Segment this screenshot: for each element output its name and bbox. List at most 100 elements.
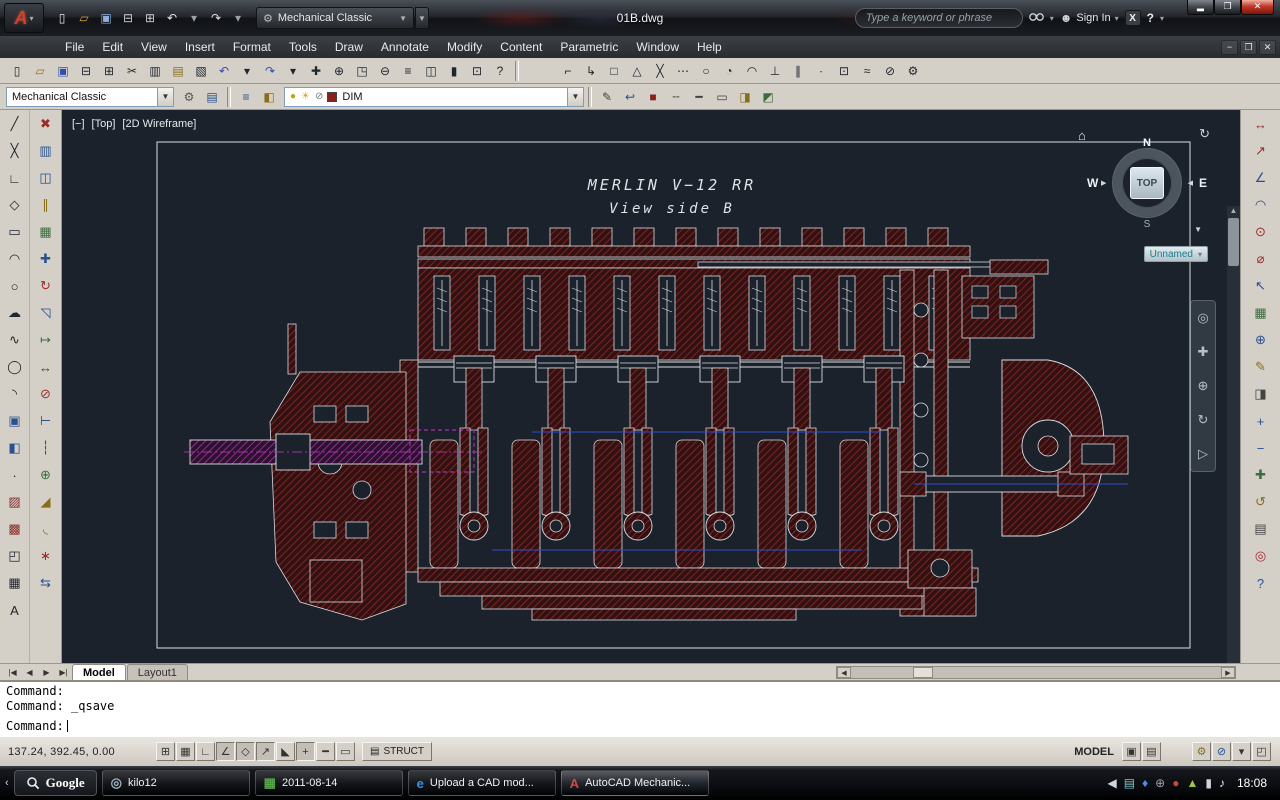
- taskbar-button-upload[interactable]: e Upload a CAD mod...: [408, 770, 556, 796]
- chevron-down-icon[interactable]: ▼: [157, 88, 173, 106]
- snap-nearest-icon[interactable]: ≈: [856, 61, 878, 81]
- qat-undo-dropdown-icon[interactable]: ▾: [184, 8, 204, 28]
- exchange-apps-icon[interactable]: X: [1125, 10, 1141, 26]
- rectangle-icon[interactable]: ▭: [3, 221, 27, 243]
- lineweight-control-icon[interactable]: ━: [688, 87, 710, 107]
- snap-toggle[interactable]: ⊞: [156, 742, 175, 761]
- leader-icon[interactable]: ↖: [1249, 275, 1273, 297]
- dyn-toggle[interactable]: +: [296, 742, 315, 761]
- menu-content[interactable]: Content: [491, 36, 551, 58]
- viewcube-north-label[interactable]: N: [1143, 137, 1151, 149]
- scrollbar-thumb[interactable]: [1228, 218, 1239, 266]
- undo-icon[interactable]: ↶: [213, 61, 235, 81]
- copy-object-icon[interactable]: ▥: [34, 140, 58, 162]
- snap-midpoint-icon[interactable]: △: [626, 61, 648, 81]
- layer-properties-manager-icon[interactable]: ≡: [235, 87, 257, 107]
- tool-help-icon[interactable]: ?: [1249, 572, 1273, 594]
- menu-view[interactable]: View: [132, 36, 176, 58]
- gradient-icon[interactable]: ▩: [3, 518, 27, 540]
- qat-save-icon[interactable]: ▣: [96, 8, 116, 28]
- polyline-icon[interactable]: ∟: [3, 167, 27, 189]
- viewcube[interactable]: ⌂ ↻ N S W E ▶ ◀ TOP ▼: [1100, 136, 1194, 230]
- viewcube-south-label[interactable]: S: [1144, 219, 1151, 230]
- viewport-collapse-control[interactable]: [−]: [72, 118, 85, 130]
- menu-draw[interactable]: Draw: [326, 36, 372, 58]
- sign-in-button[interactable]: ☻ Sign In ▾: [1060, 11, 1119, 25]
- help-button[interactable]: ?: [1147, 11, 1154, 25]
- undo-dropdown-icon[interactable]: ▾: [236, 61, 258, 81]
- menu-format[interactable]: Format: [224, 36, 280, 58]
- ducs-toggle[interactable]: ◣: [276, 742, 295, 761]
- viewcube-rotate-right-icon[interactable]: ◀: [1188, 179, 1193, 187]
- viewcube-home-icon[interactable]: ⌂: [1078, 128, 1086, 143]
- tool-palettes-icon[interactable]: ▮: [443, 61, 465, 81]
- workspace-settings-icon[interactable]: ⚙: [178, 87, 200, 107]
- layer-unisolate-icon[interactable]: ◩: [757, 87, 779, 107]
- zoom-tool-icon[interactable]: ⊕: [1198, 378, 1209, 394]
- display-settings-icon[interactable]: ▤: [1124, 776, 1135, 790]
- color-control-icon[interactable]: ■: [642, 87, 664, 107]
- zoom-window-icon[interactable]: ◳: [351, 61, 373, 81]
- qat-plot-preview-icon[interactable]: ⊞: [140, 8, 160, 28]
- tab-layout1[interactable]: Layout1: [127, 664, 188, 680]
- snap-endpoint-icon[interactable]: □: [603, 61, 625, 81]
- mirror-icon[interactable]: ◫: [34, 167, 58, 189]
- redo-icon[interactable]: ↷: [259, 61, 281, 81]
- named-view-box[interactable]: Unnamed ▾: [1144, 246, 1208, 262]
- scale-icon[interactable]: ◹: [34, 302, 58, 324]
- ucs-icon[interactable]: ◎: [1249, 545, 1273, 567]
- cut-icon[interactable]: ✂: [121, 61, 143, 81]
- chevron-down-icon[interactable]: ▼: [567, 88, 583, 106]
- zoom-out-icon[interactable]: −: [1249, 437, 1273, 459]
- qat-plot-icon[interactable]: ⊟: [118, 8, 138, 28]
- updates-icon[interactable]: ⊕: [1155, 776, 1165, 790]
- help-search-input[interactable]: [855, 8, 1023, 28]
- layer-states-manager-icon[interactable]: ◧: [258, 87, 280, 107]
- clean-screen-icon[interactable]: ◰: [1252, 742, 1271, 761]
- snap-intersection-icon[interactable]: ╳: [649, 61, 671, 81]
- otrack-toggle[interactable]: ↗: [256, 742, 275, 761]
- offset-icon[interactable]: ∥: [34, 194, 58, 216]
- layer-dropdown[interactable]: ● ☀ ⊘ DIM ▼: [284, 87, 584, 107]
- stretch-icon[interactable]: ↦: [34, 329, 58, 351]
- dim-style-icon[interactable]: ◨: [1249, 383, 1273, 405]
- close-button[interactable]: ✕: [1241, 0, 1274, 15]
- doc-restore-button[interactable]: ❐: [1240, 40, 1257, 55]
- fillet-icon[interactable]: ◟: [34, 518, 58, 540]
- menu-parametric[interactable]: Parametric: [551, 36, 627, 58]
- dim-linear-icon[interactable]: ↔: [1249, 113, 1273, 135]
- tab-model[interactable]: Model: [72, 664, 126, 680]
- model-space-label[interactable]: MODEL: [1074, 746, 1114, 758]
- help-icon[interactable]: ?: [489, 61, 511, 81]
- qat-undo-icon[interactable]: ↶: [162, 8, 182, 28]
- viewcube-top-face[interactable]: TOP: [1130, 167, 1164, 199]
- layer-freeze-sun-icon[interactable]: ☀: [301, 91, 310, 102]
- orbit-icon[interactable]: ↺: [1249, 491, 1273, 513]
- mtext-icon[interactable]: A: [3, 599, 27, 621]
- canvas-horizontal-scrollbar[interactable]: ◀ ▶: [836, 666, 1236, 679]
- named-views-icon[interactable]: ▤: [1249, 518, 1273, 540]
- erase-icon[interactable]: ✖: [34, 113, 58, 135]
- qat-open-icon[interactable]: ▱: [74, 8, 94, 28]
- viewcube-rotate-left-icon[interactable]: ▶: [1101, 179, 1106, 187]
- make-current-layer-icon[interactable]: ✎: [596, 87, 618, 107]
- tab-prev-button[interactable]: ◀: [21, 665, 38, 679]
- match-properties-icon[interactable]: ▧: [190, 61, 212, 81]
- layer-lock-icon[interactable]: ⊘: [315, 91, 323, 102]
- taskbar-button-autocad[interactable]: A AutoCAD Mechanic...: [561, 770, 709, 796]
- point-icon[interactable]: ∙: [3, 464, 27, 486]
- break-icon[interactable]: ┆: [34, 437, 58, 459]
- canvas-vertical-scrollbar[interactable]: ▲: [1227, 206, 1240, 663]
- workspace-dropdown[interactable]: ⚙ Mechanical Classic ▼: [256, 7, 414, 29]
- snap-tracking-icon[interactable]: ⌐: [557, 61, 579, 81]
- rotate-icon[interactable]: ↻: [34, 275, 58, 297]
- qp-toggle[interactable]: ▭: [336, 742, 355, 761]
- calculator-icon[interactable]: ⊡: [466, 61, 488, 81]
- viewcube-roll-icon[interactable]: ↻: [1199, 126, 1210, 142]
- pan-icon[interactable]: ✚: [305, 61, 327, 81]
- ellipse-arc-icon[interactable]: ◝: [3, 383, 27, 405]
- save-icon[interactable]: ▣: [52, 61, 74, 81]
- move-icon[interactable]: ✚: [34, 248, 58, 270]
- open-icon[interactable]: ▱: [29, 61, 51, 81]
- viewcube-east-label[interactable]: E: [1199, 176, 1207, 190]
